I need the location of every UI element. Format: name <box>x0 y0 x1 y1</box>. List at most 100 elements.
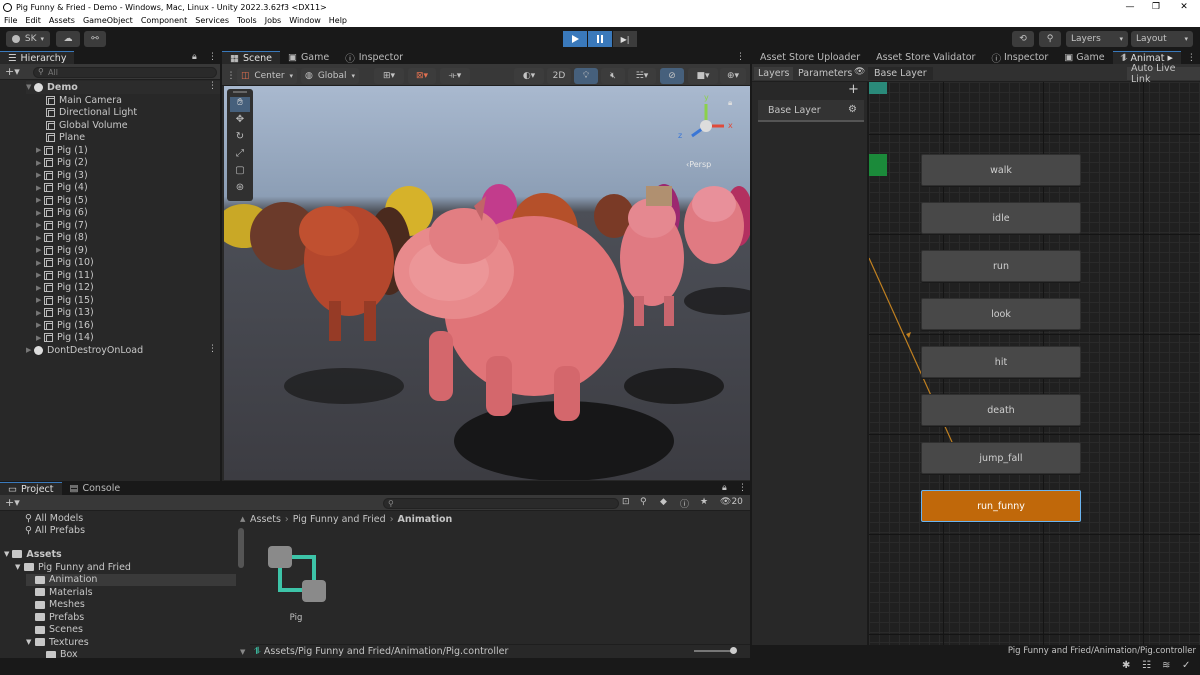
any-state-node[interactable] <box>869 82 887 94</box>
parameters-tab[interactable]: Parameters <box>796 67 854 80</box>
hand-tool-button[interactable]: ✋︎ <box>230 97 250 112</box>
create-asset-button[interactable]: +▾ <box>5 496 20 509</box>
list-item[interactable]: Plane <box>46 132 85 145</box>
search-by-label-icon[interactable]: ⚲ <box>640 497 647 507</box>
layers-stack-icon[interactable]: ≋ <box>1162 660 1170 671</box>
menu-component[interactable]: Component <box>141 16 187 25</box>
state-node-walk[interactable]: walk <box>921 154 1081 186</box>
breadcrumb-item[interactable]: Animation <box>398 514 453 525</box>
kebab-menu-icon[interactable]: ⋮ <box>736 52 745 62</box>
menu-jobs[interactable]: Jobs <box>265 16 282 25</box>
dontdestroy-kebab-icon[interactable]: ⋮ <box>208 344 217 354</box>
minimize-button[interactable]: — <box>1116 0 1144 14</box>
account-button[interactable]: SK ▾ <box>6 31 50 47</box>
tab-game[interactable]: ▣ Game <box>280 51 337 64</box>
menu-assets[interactable]: Assets <box>49 16 75 25</box>
tree-scrollbar[interactable] <box>238 528 244 568</box>
grid-snap-toggle[interactable]: ⊠▾ <box>408 68 436 84</box>
tab-inspector-right[interactable]: ⓘ Inspector <box>983 51 1056 65</box>
list-item[interactable]: ▶ Pig (8) <box>36 232 88 245</box>
expand-arrow-icon[interactable]: ▶ <box>36 259 44 267</box>
search-button[interactable]: ⚲ <box>1039 31 1061 47</box>
lock-icon[interactable]: 🔒︎ <box>722 483 727 493</box>
scene-root-row[interactable]: ▼ Demo <box>26 81 220 94</box>
zoom-slider-handle[interactable] <box>730 647 737 654</box>
tab-inspector[interactable]: ⓘ Inspector <box>337 51 411 65</box>
list-item[interactable]: ▶ Pig (10) <box>36 257 94 270</box>
menu-gameobject[interactable]: GameObject <box>83 16 133 25</box>
undo-history-button[interactable]: ⟲ <box>1012 31 1034 47</box>
transform-tool-button[interactable]: ⊛ <box>230 182 250 197</box>
list-item[interactable]: ▶ Pig (6) <box>36 207 88 220</box>
project-search-input[interactable]: ⚲ <box>383 498 619 509</box>
lighting-toggle[interactable]: 💡︎ <box>574 68 598 84</box>
add-object-button[interactable]: +▾ <box>5 65 20 78</box>
lock-icon[interactable]: 🔒︎ <box>728 98 732 108</box>
list-item[interactable]: ▶ Pig (2) <box>36 157 88 170</box>
tab-project[interactable]: ▭ Project <box>0 482 62 495</box>
lock-icon[interactable]: 🔒︎ <box>192 52 197 62</box>
expand-arrow-icon[interactable]: ▶ <box>36 284 44 292</box>
camera-dropdown[interactable]: ■▾ <box>688 68 718 84</box>
bug-icon[interactable]: ✱ <box>1122 660 1130 671</box>
dontdestroy-row[interactable]: ▶ DontDestroyOnLoad <box>26 344 143 357</box>
close-button[interactable]: ✕ <box>1170 0 1198 14</box>
layer-item-base[interactable]: Base Layer ⚙ <box>758 100 864 122</box>
gear-icon[interactable]: ⚙ <box>848 104 857 115</box>
state-node-jump-fall[interactable]: jump_fall <box>921 442 1081 474</box>
state-node-run[interactable]: run <box>921 250 1081 282</box>
expand-arrow-icon[interactable]: ▶ <box>36 171 44 179</box>
list-item[interactable]: Global Volume <box>46 119 128 132</box>
state-node-look[interactable]: look <box>921 298 1081 330</box>
kebab-menu-icon[interactable]: ⋮ <box>1187 53 1196 63</box>
check-icon[interactable]: ✓ <box>1182 660 1190 671</box>
list-item[interactable]: ▶ Pig (7) <box>36 219 88 232</box>
space-dropdown[interactable]: ◍ Global ▾ <box>301 68 359 84</box>
hierarchy-search-input[interactable]: All <box>33 67 217 78</box>
list-item[interactable]: ▶ Pig (13) <box>36 307 94 320</box>
expand-arrow-icon[interactable]: ▼ <box>4 550 9 558</box>
scale-tool-button[interactable]: ⤢ <box>230 148 250 163</box>
layers-dropdown[interactable]: Layers ▾ <box>1066 31 1128 47</box>
favorite-all-models[interactable]: ⚲ All Models <box>25 512 83 525</box>
eye-icon[interactable]: 👁︎ <box>854 67 865 77</box>
expand-arrow-icon[interactable]: ▼ <box>26 83 34 91</box>
list-item[interactable]: ▶ Pig (5) <box>36 194 88 207</box>
folder-item[interactable]: Prefabs <box>26 611 84 624</box>
state-node-run-funny[interactable]: run_funny <box>921 490 1081 522</box>
expand-arrow-icon[interactable]: ▶ <box>36 221 44 229</box>
expand-arrow-icon[interactable]: ▼ <box>26 638 35 646</box>
expand-arrow-icon[interactable]: ▶ <box>36 234 44 242</box>
list-item[interactable]: Directional Light <box>46 107 137 120</box>
folder-item[interactable]: Animation <box>26 573 236 586</box>
folder-item[interactable]: ▼ Pig Funny and Fried <box>15 561 131 574</box>
auto-live-link-button[interactable]: Auto Live Link <box>1127 63 1200 85</box>
list-item[interactable]: ▶ Pig (1) <box>36 144 88 157</box>
menu-file[interactable]: File <box>4 16 17 25</box>
menu-services[interactable]: Services <box>195 16 229 25</box>
folder-item[interactable]: Meshes <box>26 599 85 612</box>
menu-help[interactable]: Help <box>329 16 347 25</box>
tab-asset-store-uploader[interactable]: Asset Store Uploader <box>752 51 868 64</box>
snap-toggle[interactable]: ⊞▾ <box>374 68 404 84</box>
state-node-idle[interactable]: idle <box>921 202 1081 234</box>
expand-arrow-icon[interactable]: ▶ <box>36 146 44 154</box>
menu-edit[interactable]: Edit <box>25 16 41 25</box>
expand-arrow-icon[interactable]: ▶ <box>36 334 44 342</box>
layout-dropdown[interactable]: Layout ▾ <box>1131 31 1193 47</box>
expand-arrow-icon[interactable]: ▶ <box>36 296 44 304</box>
cloud-button[interactable]: ☁ <box>56 31 80 47</box>
tag-icon[interactable]: ◆ <box>660 497 667 507</box>
scroll-down-icon[interactable]: ▼ <box>240 648 245 656</box>
gizmo-perspective-label[interactable]: ‹Persp <box>686 160 711 169</box>
breadcrumb-item[interactable]: Assets <box>250 514 281 525</box>
expand-arrow-icon[interactable]: ▶ <box>36 321 44 329</box>
expand-arrow-icon[interactable]: ▼ <box>15 563 24 571</box>
collab-button[interactable]: ⚯ <box>84 31 106 47</box>
draw-mode-dropdown[interactable]: ◐▾ <box>514 68 544 84</box>
tab-hierarchy[interactable]: ☰ Hierarchy <box>0 51 75 64</box>
scene-viewport[interactable]: y x z ‹Persp 🔒︎ <box>224 86 750 480</box>
kebab-menu-icon[interactable]: ⋮ <box>208 52 217 62</box>
scene-kebab-icon[interactable]: ⋮ <box>208 81 217 91</box>
folder-item[interactable]: ▼ Textures <box>26 636 89 649</box>
